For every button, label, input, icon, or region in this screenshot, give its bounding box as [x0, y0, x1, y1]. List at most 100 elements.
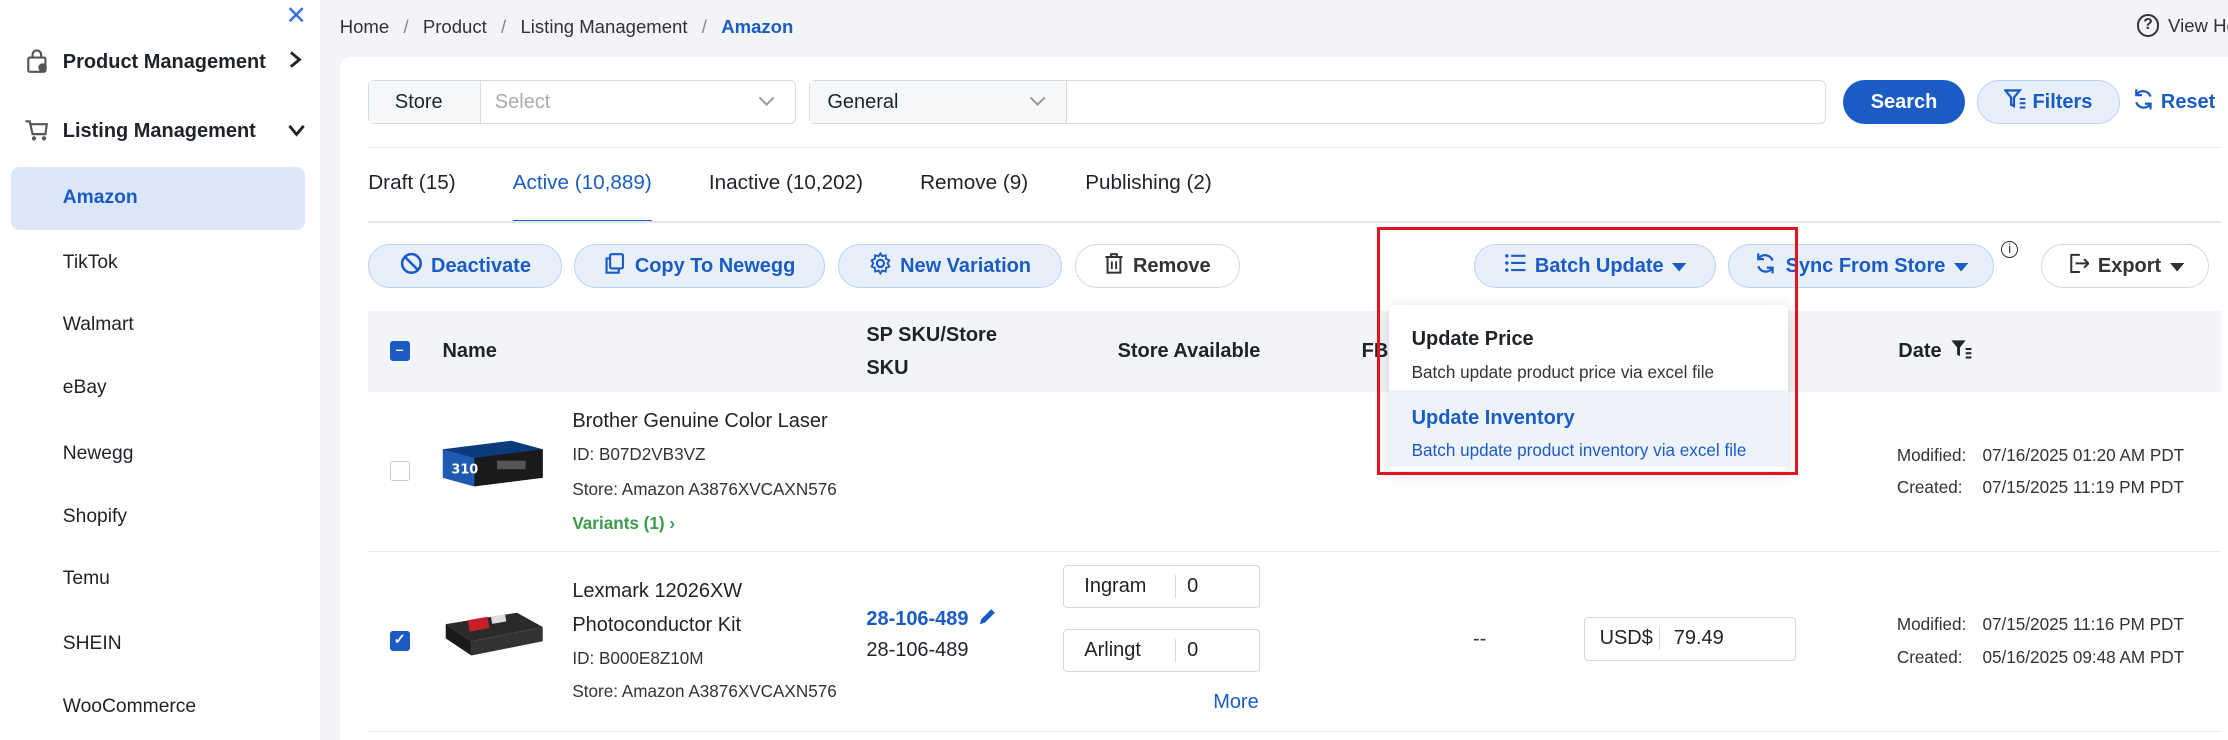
- help-link[interactable]: ? View He: [2136, 14, 2228, 38]
- sidebar-item-temu[interactable]: Temu: [11, 548, 305, 611]
- nav-group-listing-management[interactable]: Listing Management: [23, 117, 306, 146]
- variants-link[interactable]: Variants (1) ›: [572, 514, 675, 534]
- tab-active[interactable]: Active (10,889): [512, 171, 653, 223]
- sidebar-item-woocommerce[interactable]: WooCommerce: [11, 675, 305, 738]
- tab-remove[interactable]: Remove (9): [920, 171, 1028, 222]
- sidebar-item-tiktok[interactable]: TikTok: [11, 231, 305, 294]
- chevron-down-icon: [758, 92, 775, 112]
- divider: [368, 147, 2221, 149]
- filters-label: Filters: [2032, 90, 2093, 113]
- product-store: Store: Amazon A3876XVCAXN576: [572, 479, 837, 499]
- breadcrumb-home[interactable]: Home: [340, 16, 389, 38]
- search-button[interactable]: Search: [1842, 79, 1966, 125]
- menu-item-title: Update Inventory: [1411, 406, 1575, 429]
- sp-sku-link[interactable]: 28-106-489: [866, 607, 997, 633]
- inventory-field[interactable]: Arlingt 0: [1063, 629, 1261, 673]
- sidebar-item-amazon[interactable]: Amazon: [11, 166, 306, 230]
- caret-down-icon: [2169, 255, 2184, 278]
- trash-icon: [1104, 252, 1124, 281]
- inventory-field[interactable]: Ingram 0: [1063, 565, 1261, 609]
- copy-label: Copy To Newegg: [634, 254, 796, 277]
- select-all-checkbox[interactable]: –: [389, 341, 410, 362]
- sort-filter-icon: [1950, 339, 1973, 365]
- tab-draft[interactable]: Draft (15): [368, 171, 455, 222]
- price-value: 79.49: [1673, 627, 1724, 650]
- remove-label: Remove: [1132, 254, 1211, 277]
- sp-sku: 28-106-489: [866, 608, 969, 631]
- copy-to-newegg-button[interactable]: Copy To Newegg: [573, 244, 825, 289]
- sidebar-item-walmart[interactable]: Walmart: [11, 294, 305, 357]
- menu-item-update-inventory[interactable]: Update Inventory Batch update product in…: [1388, 389, 1789, 467]
- product-store: Store: Amazon A3876XVCAXN576: [572, 682, 837, 702]
- header-store-available: Store Available: [1117, 340, 1261, 363]
- remove-button[interactable]: Remove: [1074, 244, 1241, 289]
- sidebar-item-newegg[interactable]: Newegg: [11, 422, 305, 485]
- export-button[interactable]: Export: [2041, 244, 2210, 289]
- product-name[interactable]: Lexmark 12026XW Photoconductor Kit: [572, 574, 742, 643]
- sidebar-item-ebay[interactable]: eBay: [11, 357, 305, 420]
- gear-icon: [869, 251, 892, 281]
- question-icon: ?: [2136, 14, 2160, 38]
- table-row: 310 Brother Genuine Color Laser ID: B07D…: [368, 393, 2221, 553]
- filters-button[interactable]: Filters: [1976, 79, 2120, 125]
- help-label: View He: [2168, 14, 2228, 36]
- created-date: 07/15/2025 11:19 PM PDT: [1982, 478, 2184, 498]
- nav-group-product-management[interactable]: Product Management: [23, 48, 302, 78]
- chevron-right-icon: [288, 51, 302, 74]
- tab-publishing[interactable]: Publishing (2): [1085, 171, 1212, 222]
- reset-button[interactable]: Reset: [2132, 80, 2215, 124]
- pencil-icon[interactable]: [977, 607, 997, 633]
- deactivate-button[interactable]: Deactivate: [368, 244, 563, 289]
- filter-icon: [2002, 89, 2027, 115]
- row-dates: Modified: 07/16/2025 01:20 AM PDT Created…: [1897, 440, 2184, 506]
- warehouse-name: Arlingt: [1064, 639, 1176, 663]
- tab-inactive[interactable]: Inactive (10,202): [709, 171, 863, 222]
- field-type-select[interactable]: General: [810, 80, 1068, 124]
- table-header: – Name SP SKU/Store SKU Store Available …: [368, 311, 2221, 393]
- batch-update-label: Batch Update: [1534, 254, 1664, 277]
- sidebar-item-shopify[interactable]: Shopify: [11, 485, 305, 548]
- sync-from-store-button[interactable]: Sync From Store: [1728, 244, 1994, 289]
- menu-item-desc: Batch update product price via excel fil…: [1411, 362, 1715, 382]
- header-sku: SP SKU/Store SKU: [866, 311, 997, 392]
- product-name-line1: Lexmark 12026XW: [572, 579, 743, 602]
- header-date[interactable]: Date: [1898, 311, 1973, 392]
- product-name[interactable]: Brother Genuine Color Laser: [572, 404, 827, 438]
- modified-date: 07/15/2025 11:16 PM PDT: [1982, 615, 2184, 635]
- status-tabs: Draft (15) Active (10,889) Inactive (10,…: [368, 171, 1269, 223]
- product-thumbnail: [440, 607, 548, 664]
- sidebar: ✕ Product Management Listing Management …: [0, 0, 320, 740]
- created-date: 05/16/2025 09:48 AM PDT: [1982, 648, 2185, 668]
- menu-item-update-price[interactable]: Update Price Batch update product price …: [1389, 311, 1789, 388]
- row-checkbox[interactable]: ✓: [389, 630, 410, 651]
- header-sku-line2: SKU: [866, 356, 909, 379]
- search-input[interactable]: [1067, 81, 1824, 123]
- more-link[interactable]: More: [1213, 691, 1259, 714]
- breadcrumb-listing-management[interactable]: Listing Management: [520, 16, 687, 38]
- close-icon[interactable]: ✕: [285, 3, 307, 30]
- caret-down-icon: [1953, 255, 1969, 278]
- reset-label: Reset: [2160, 90, 2216, 113]
- chevron-down-icon: [288, 120, 306, 143]
- created-label: Created:: [1896, 478, 1963, 498]
- cart-icon: [23, 117, 52, 146]
- nav-group-label: Listing Management: [62, 119, 256, 142]
- batch-update-button[interactable]: Batch Update: [1474, 244, 1716, 289]
- row-checkbox[interactable]: [389, 461, 410, 481]
- field-type-value: General: [827, 90, 899, 113]
- created-label: Created:: [1896, 648, 1963, 668]
- modified-label: Modified:: [1896, 445, 1967, 465]
- price-input[interactable]: USD$ 79.49: [1584, 616, 1796, 661]
- chevron-right-icon: ›: [669, 513, 676, 533]
- breadcrumb-product[interactable]: Product: [423, 16, 487, 38]
- export-icon: [2067, 252, 2090, 281]
- product-id: ID: B07D2VB3VZ: [572, 445, 706, 465]
- new-variation-label: New Variation: [900, 254, 1032, 277]
- sidebar-item-shein[interactable]: SHEIN: [11, 612, 305, 675]
- product-thumbnail: 310: [440, 435, 548, 492]
- store-select[interactable]: Store Select: [368, 79, 797, 125]
- new-variation-button[interactable]: New Variation: [837, 244, 1062, 289]
- chevron-down-icon: [1029, 92, 1046, 112]
- caret-down-icon: [1672, 255, 1687, 278]
- refresh-icon: [2132, 88, 2155, 117]
